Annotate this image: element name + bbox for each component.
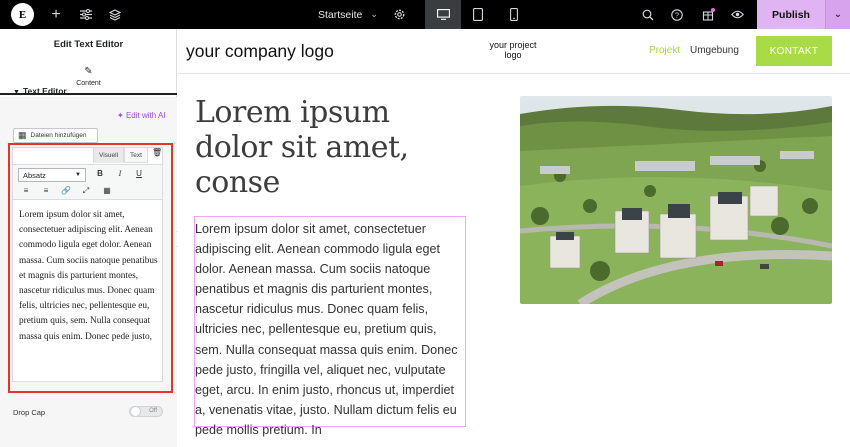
fullscreen-icon[interactable]: ⤢ [80, 186, 92, 196]
elementor-logo-icon[interactable]: E [11, 3, 34, 26]
add-files-label: Dateien hinzufügen [30, 132, 87, 139]
link-icon[interactable]: 🔗 [60, 186, 72, 195]
edit-with-ai-link[interactable]: ✦ Edit with AI [117, 111, 166, 120]
toggle-state: Off [149, 408, 157, 414]
search-icon[interactable] [639, 0, 657, 29]
mobile-icon[interactable] [506, 0, 522, 29]
bullet-list-icon[interactable]: ≡ [20, 186, 32, 195]
svg-text:?: ? [675, 10, 679, 19]
project-logo[interactable]: your project logo [478, 40, 548, 60]
sparkle-icon: ✦ [117, 111, 124, 120]
edit-with-ai-label: Edit with AI [125, 111, 166, 120]
numbered-list-icon[interactable]: ≡ [40, 186, 52, 195]
eye-icon[interactable] [728, 0, 746, 29]
add-files-button[interactable]: ▦ Dateien hinzufügen [13, 128, 98, 143]
sliders-icon[interactable] [77, 0, 95, 29]
section-title-label: Text Editor [22, 86, 67, 96]
trash-icon[interactable]: 🗑 [152, 148, 162, 157]
preview-canvas: your company logo your project logo Proj… [178, 29, 850, 447]
dropcap-toggle[interactable]: Off [129, 406, 163, 417]
help-icon[interactable]: ? [668, 0, 686, 29]
section-title[interactable]: ▼ Text Editor [13, 86, 67, 96]
body-text-widget[interactable]: Lorem ipsum dolor sit amet, consectetuer… [195, 219, 467, 440]
page-selector[interactable]: Startseite ⌄ [318, 0, 378, 29]
caret-down-icon: ▼ [13, 89, 20, 96]
gift-icon[interactable] [699, 0, 717, 29]
tab-text[interactable]: Text [124, 147, 148, 163]
dropcap-label: Drop Cap [13, 408, 46, 417]
bold-button[interactable]: B [94, 169, 106, 178]
tab-visual[interactable]: Visuell [93, 147, 125, 163]
pencil-icon: ✎ [84, 65, 93, 77]
publish-options-chevron-icon[interactable]: ⌄ [825, 0, 850, 29]
gear-icon[interactable] [390, 0, 408, 29]
editor-tabs: Visuell Text [93, 147, 148, 163]
desktop-icon[interactable] [435, 0, 451, 29]
format-select[interactable]: Absatz ▼ [18, 168, 86, 182]
nav-link-umgebung[interactable]: Umgebung [690, 45, 739, 56]
tab-content-label: Content [76, 79, 101, 87]
kontakt-button[interactable]: KONTAKT [756, 36, 832, 66]
plus-icon[interactable]: + [47, 0, 65, 29]
tablet-icon[interactable] [470, 0, 486, 29]
panel-title: Edit Text Editor [53, 38, 124, 50]
page-name: Startseite [318, 8, 363, 21]
chevron-down-icon: ⌄ [370, 9, 378, 19]
format-select-value: Absatz [23, 170, 46, 180]
toolbar-toggle-icon[interactable]: ▦ [101, 186, 113, 195]
italic-button[interactable]: I [114, 169, 126, 178]
nav-link-projekt[interactable]: Projekt [649, 45, 680, 56]
layers-icon[interactable] [106, 0, 124, 29]
top-bar: E + Startseite ⌄ ? Publish ⌄ [0, 0, 850, 29]
toggle-knob [130, 406, 141, 417]
editor-toolbar: Absatz ▼ B I U ≡ ≡ 🔗 ⤢ ▦ [13, 164, 162, 200]
chevron-down-icon: ▼ [75, 172, 81, 178]
media-icon: ▦ [18, 130, 27, 140]
publish-button[interactable]: Publish [757, 0, 825, 29]
project-logo-line1: your project [489, 40, 537, 50]
editor-content[interactable]: Lorem ipsum dolor sit amet, consectetuer… [19, 208, 161, 345]
project-logo-line2: logo [504, 50, 522, 60]
hero-heading[interactable]: Lorem ipsum dolor sit amet, conse [195, 95, 455, 200]
company-logo[interactable]: your company logo [186, 41, 334, 62]
underline-button[interactable]: U [133, 169, 145, 178]
wysiwyg-editor[interactable]: Visuell Text 🗑 Absatz ▼ B I U ≡ ≡ 🔗 ⤢ ▦ … [12, 147, 163, 382]
site-header: your company logo your project logo Proj… [178, 29, 850, 74]
aerial-photo[interactable] [520, 96, 832, 304]
